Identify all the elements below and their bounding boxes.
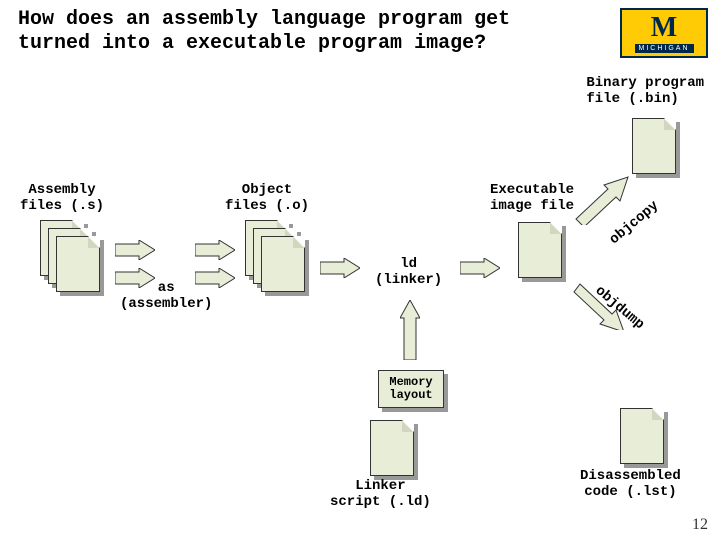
arrow-asm-to-obj-1 xyxy=(115,240,155,260)
logo-word: MICHIGAN xyxy=(635,44,694,53)
label-binary: Binary program file (.bin) xyxy=(586,75,704,107)
label-linker-script: Linker script (.ld) xyxy=(330,478,431,510)
arrow-mem-to-ld xyxy=(400,300,420,360)
arrow-exe-to-dis xyxy=(570,280,630,330)
label-linker: ld (linker) xyxy=(375,256,442,288)
file-stack-object xyxy=(245,220,309,296)
file-icon-binary xyxy=(632,118,676,174)
arrow-asm-to-obj-3 xyxy=(195,240,235,260)
memory-layout-box: Memory layout xyxy=(378,370,444,408)
label-assembly: Assembly files (.s) xyxy=(20,182,104,214)
arrow-ld-to-exe xyxy=(460,258,500,278)
michigan-logo: M MICHIGAN xyxy=(620,8,708,58)
logo-letter: M xyxy=(651,14,677,42)
arrow-asm-to-obj-4 xyxy=(195,268,235,288)
arrow-asm-to-obj-2 xyxy=(115,268,155,288)
file-icon-executable xyxy=(518,222,562,278)
arrow-exe-to-bin xyxy=(570,175,630,225)
file-stack-assembly xyxy=(40,220,104,296)
page-title: How does an assembly language program ge… xyxy=(18,8,518,56)
page-number: 12 xyxy=(692,516,708,534)
file-icon-disassembled xyxy=(620,408,664,464)
file-icon-linker-script xyxy=(370,420,414,476)
arrow-obj-to-ld xyxy=(320,258,360,278)
label-object: Object files (.o) xyxy=(225,182,309,214)
label-executable: Executable image file xyxy=(490,182,574,214)
label-disassembled: Disassembled code (.lst) xyxy=(580,468,681,500)
